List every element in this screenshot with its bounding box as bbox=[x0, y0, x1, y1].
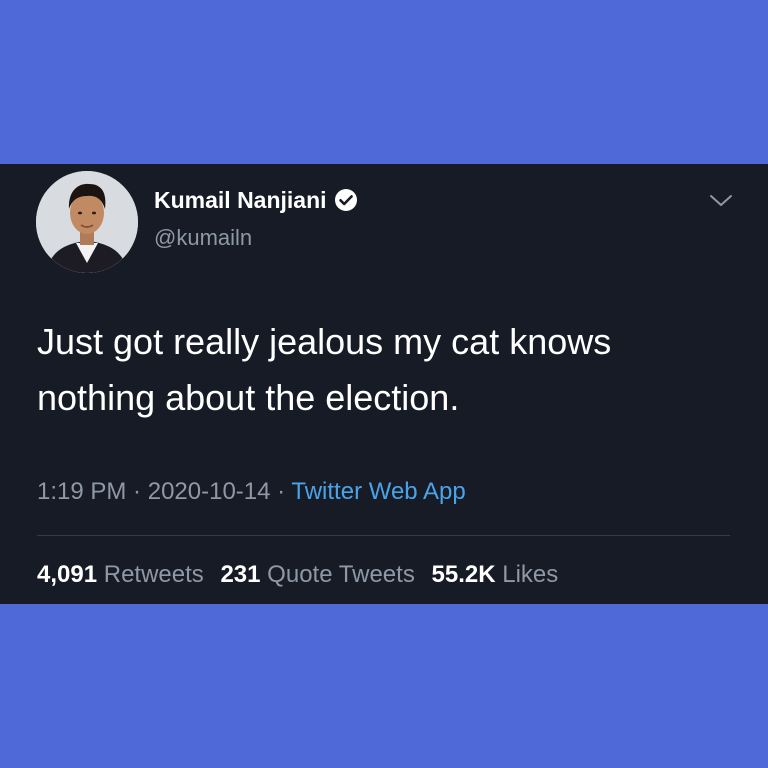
likes-label: Likes bbox=[502, 561, 559, 588]
verified-badge-icon bbox=[334, 189, 357, 211]
avatar[interactable] bbox=[36, 171, 138, 273]
divider bbox=[37, 535, 730, 536]
tweet-time[interactable]: 1:19 PM bbox=[37, 478, 126, 505]
tweet-stats: 4,091 Retweets 231 Quote Tweets 55.2K Li… bbox=[37, 560, 568, 590]
author-name-row: Kumail Nanjiani bbox=[154, 186, 358, 214]
meta-separator: · bbox=[126, 478, 148, 505]
author-name[interactable]: Kumail Nanjiani bbox=[154, 186, 327, 214]
likes-count: 55.2K bbox=[431, 561, 496, 588]
tweet-source-link[interactable]: Twitter Web App bbox=[291, 478, 465, 505]
tweet-date[interactable]: 2020-10-14 bbox=[148, 478, 271, 505]
meta-separator: · bbox=[270, 478, 292, 505]
retweets-label: Retweets bbox=[103, 561, 204, 588]
quote-tweets-count: 231 bbox=[220, 561, 261, 588]
tweet-card: Kumail Nanjiani @kumailn Just got really… bbox=[0, 164, 768, 604]
chevron-down-icon[interactable] bbox=[708, 193, 734, 209]
quote-tweets-stat[interactable]: 231 Quote Tweets bbox=[220, 561, 414, 588]
likes-stat[interactable]: 55.2K Likes bbox=[432, 561, 559, 588]
author-handle[interactable]: @kumailn bbox=[154, 225, 252, 251]
tweet-meta: 1:19 PM · 2020-10-14 · Twitter Web App bbox=[37, 477, 466, 507]
quote-tweets-label: Quote Tweets bbox=[267, 561, 415, 588]
retweets-count: 4,091 bbox=[37, 561, 98, 588]
retweets-stat[interactable]: 4,091 Retweets bbox=[37, 561, 204, 588]
tweet-text: Just got really jealous my cat knows not… bbox=[37, 321, 612, 418]
